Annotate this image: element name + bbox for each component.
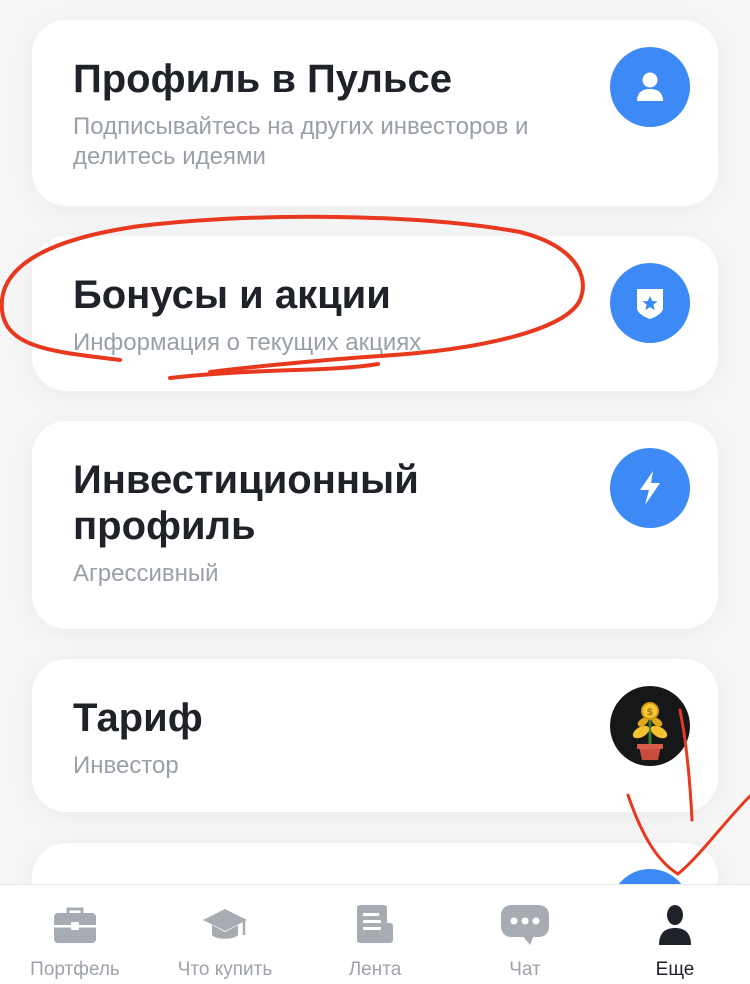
document-icon — [350, 901, 400, 949]
card-investment-profile[interactable]: Инвестиционный профиль Агрессивный — [32, 421, 718, 629]
card-title: Тариф — [73, 696, 203, 740]
card-pulse-profile[interactable]: Профиль в Пульсе Подписывайтесь на други… — [32, 20, 718, 206]
tab-label: Еще — [655, 959, 695, 980]
card-bonuses[interactable]: Бонусы и акции Информация о текущих акци… — [32, 236, 718, 391]
tab-more[interactable]: Еще — [600, 885, 750, 984]
tab-label: Чат — [509, 959, 541, 980]
card-title: Профиль в Пульсе — [73, 57, 452, 101]
card-title: Инвестиционный профиль — [73, 458, 419, 548]
chat-bubble-icon — [500, 901, 550, 949]
user-icon — [610, 47, 690, 127]
svg-text:$: $ — [647, 707, 654, 718]
card-subtitle: Подписывайтесь на других инвесторов и де… — [73, 113, 529, 170]
money-plant-icon: $ — [610, 686, 690, 766]
tab-what-to-buy[interactable]: Что купить — [150, 885, 300, 984]
tab-label: Лента — [348, 959, 402, 980]
shield-star-icon — [610, 263, 690, 343]
card-subtitle: Агрессивный — [73, 560, 219, 587]
graduation-cap-icon — [200, 901, 250, 949]
tab-label: Портфель — [30, 959, 120, 980]
card-title: Бонусы и акции — [73, 273, 391, 317]
card-subtitle: Инвестор — [73, 752, 179, 779]
person-icon — [650, 901, 700, 949]
tab-feed[interactable]: Лента — [300, 885, 450, 984]
card-subtitle: Информация о текущих акциях — [73, 329, 422, 356]
briefcase-icon — [50, 901, 100, 949]
card-tariff[interactable]: Тариф Инвестор $ — [32, 659, 718, 812]
bottom-tab-bar: Портфель Что купить Лента Чат Еще — [0, 884, 750, 984]
lightning-icon — [610, 448, 690, 528]
tab-chat[interactable]: Чат — [450, 885, 600, 984]
tab-label: Что купить — [177, 959, 273, 980]
tab-portfolio[interactable]: Портфель — [0, 885, 150, 984]
